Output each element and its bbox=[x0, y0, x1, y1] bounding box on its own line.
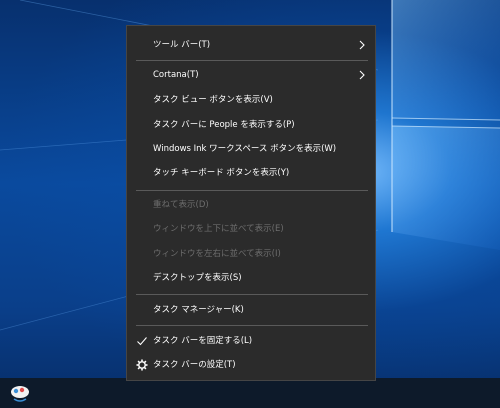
menu-item-label: 重ねて表示(D) bbox=[153, 200, 209, 210]
menu-item-label: デスクトップを表示(S) bbox=[153, 273, 242, 283]
taskbar-context-menu: ツール バー(T) Cortana(T) タスク ビュー ボタンを表示(V) タ… bbox=[126, 25, 376, 381]
menu-separator bbox=[136, 60, 368, 61]
taskbar[interactable] bbox=[0, 378, 500, 408]
menu-item-taskbar-settings[interactable]: タスク バーの設定(T) bbox=[127, 353, 375, 377]
chevron-right-icon bbox=[359, 70, 365, 80]
menu-item-label: タスク バーに People を表示する(P) bbox=[153, 120, 295, 130]
menu-separator bbox=[136, 294, 368, 295]
menu-item-cascade-windows: 重ねて表示(D) bbox=[127, 193, 375, 217]
menu-item-label: ウィンドウを左右に並べて表示(I) bbox=[153, 249, 281, 259]
menu-separator bbox=[136, 190, 368, 191]
menu-item-label: タッチ キーボード ボタンを表示(Y) bbox=[153, 168, 290, 178]
menu-item-label: タスク マネージャー(K) bbox=[153, 305, 244, 315]
menu-item-show-windows-ink-button[interactable]: Windows Ink ワークスペース ボタンを表示(W) bbox=[127, 137, 375, 161]
people-app-icon[interactable] bbox=[8, 382, 32, 404]
menu-item-show-task-view-button[interactable]: タスク ビュー ボタンを表示(V) bbox=[127, 88, 375, 112]
menu-item-label: タスク ビュー ボタンを表示(V) bbox=[153, 95, 273, 105]
menu-item-label: タスク バーを固定する(L) bbox=[153, 336, 253, 346]
menu-item-label: ウィンドウを上下に並べて表示(E) bbox=[153, 224, 284, 234]
gear-icon bbox=[136, 359, 148, 371]
menu-item-cortana[interactable]: Cortana(T) bbox=[127, 63, 375, 87]
menu-item-lock-taskbar[interactable]: タスク バーを固定する(L) bbox=[127, 329, 375, 353]
menu-item-label: Cortana(T) bbox=[153, 70, 199, 80]
checkmark-icon bbox=[137, 337, 147, 346]
menu-item-show-desktop[interactable]: デスクトップを表示(S) bbox=[127, 266, 375, 290]
menu-item-label: Windows Ink ワークスペース ボタンを表示(W) bbox=[153, 144, 337, 154]
menu-item-stack-windows: ウィンドウを上下に並べて表示(E) bbox=[127, 217, 375, 241]
menu-item-side-by-side-windows: ウィンドウを左右に並べて表示(I) bbox=[127, 242, 375, 266]
menu-item-show-people[interactable]: タスク バーに People を表示する(P) bbox=[127, 113, 375, 137]
menu-separator bbox=[136, 325, 368, 326]
menu-item-show-touch-keyboard-button[interactable]: タッチ キーボード ボタンを表示(Y) bbox=[127, 161, 375, 185]
menu-item-label: ツール バー(T) bbox=[153, 40, 211, 50]
menu-item-toolbars[interactable]: ツール バー(T) bbox=[127, 33, 375, 57]
menu-item-task-manager[interactable]: タスク マネージャー(K) bbox=[127, 298, 375, 322]
chevron-right-icon bbox=[359, 40, 365, 50]
menu-item-label: タスク バーの設定(T) bbox=[153, 360, 236, 370]
